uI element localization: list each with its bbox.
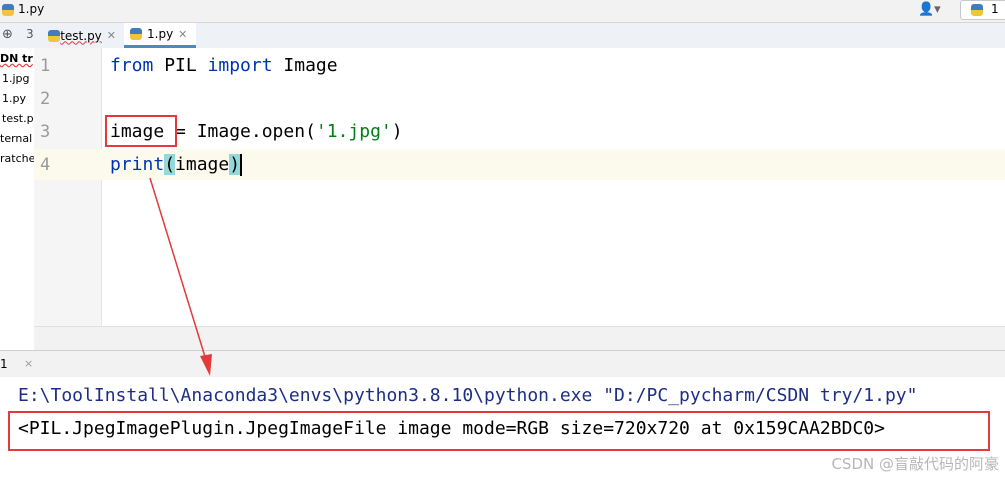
arrow-shaft <box>149 177 207 361</box>
arrow-head <box>200 354 212 376</box>
annotation-arrow <box>149 177 212 376</box>
watermark: CSDN @盲敲代码的阿豪 <box>831 455 999 473</box>
